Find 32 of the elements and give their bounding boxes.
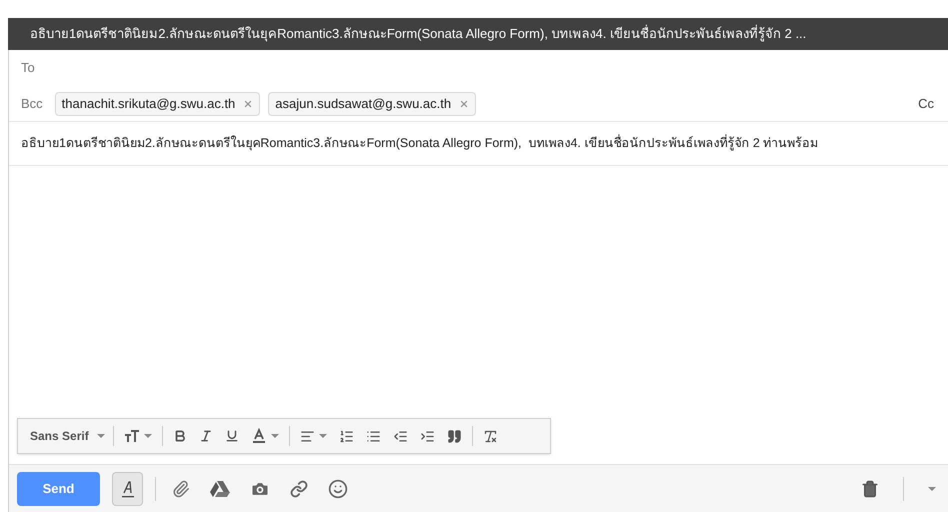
indent-more-icon: [420, 428, 435, 444]
recipient-address: thanachit.srikuta@g.swu.ac.th: [62, 94, 236, 113]
recipient-chip[interactable]: asajun.sudsawat@g.swu.ac.th: [268, 92, 476, 116]
formatting-toggle[interactable]: [112, 472, 143, 506]
bulleted-list-icon: [366, 428, 381, 444]
clear-formatting-icon: [482, 428, 498, 444]
remove-icon[interactable]: [243, 98, 254, 108]
text-format-icon: [120, 480, 134, 498]
quote-icon: [446, 428, 462, 444]
smiley-icon: [328, 478, 348, 498]
window-title: อธิบาย1ดนตรีชาตินิยม2.ลักษณะดนตรีในยุคRomantic3.ลักษณะForm(Sonata Allegro Form), บทเพลง4. เขียนชื่อนักประพันธ์เพลงที่รู้จัก 2 ...: [30, 24, 806, 44]
remove-icon[interactable]: [459, 98, 470, 108]
recipient-address: asajun.sudsawat@g.swu.ac.th: [275, 94, 452, 113]
underline-icon: [224, 429, 239, 443]
bcc-label: Bcc: [21, 94, 43, 113]
numbered-list-icon: [338, 428, 354, 444]
recipient-chip[interactable]: thanachit.srikuta@g.swu.ac.th: [54, 92, 260, 116]
align-left-icon: [300, 428, 315, 444]
to-label: To: [21, 58, 35, 77]
indent-less-icon: [392, 428, 408, 444]
italic-icon: [198, 429, 213, 443]
font-dropdown[interactable]: Sans Serif: [26, 427, 109, 445]
caret-icon: [928, 486, 936, 490]
subject-text: อธิบาย1ดนตรีชาตินิยม2.ลักษณะดนตรีในยุคRomantic3.ลักษณะForm(Sonata Allegro Form), บทเพลง4. เขียนชื่อนักประพันธ์เพลงที่รู้จัก 2 ท่านพร้อม: [21, 134, 818, 152]
text-size-icon: [124, 430, 140, 442]
paperclip-icon: [172, 480, 190, 498]
trash-icon: [861, 480, 879, 498]
cc-link[interactable]: Cc: [918, 94, 934, 114]
drive-icon: [210, 480, 230, 498]
link-icon: [290, 480, 308, 498]
bold-icon: [172, 429, 187, 443]
text-color-icon: [250, 428, 267, 444]
